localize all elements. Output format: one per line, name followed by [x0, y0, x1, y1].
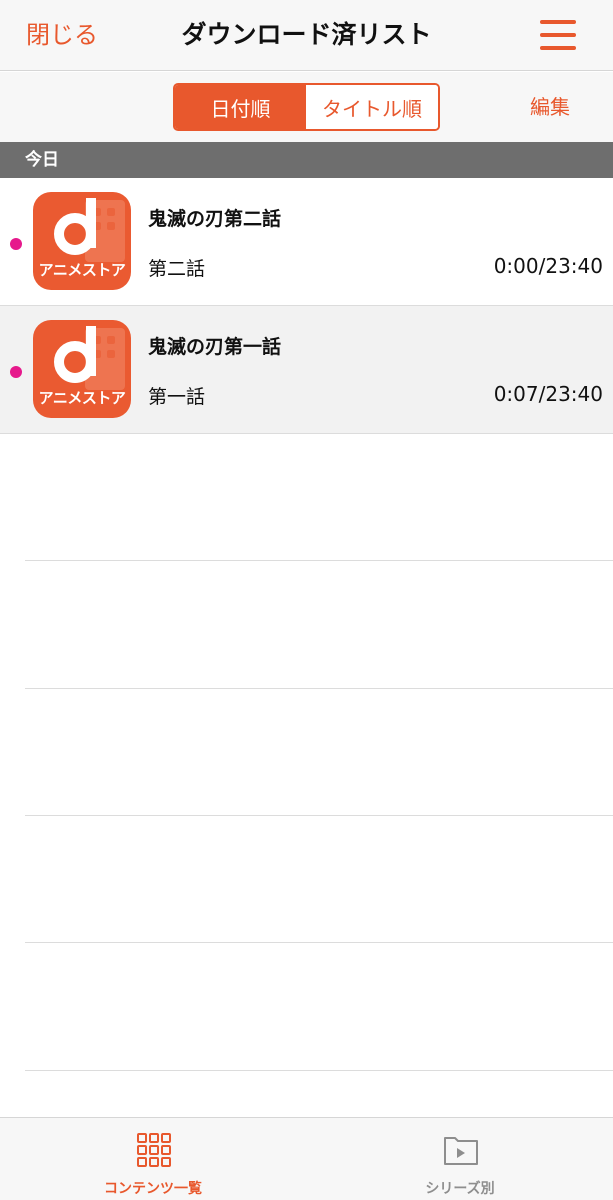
- item-episode: 第二話: [148, 258, 206, 280]
- empty-row-divider: [25, 560, 613, 561]
- item-title: 鬼滅の刃第二話: [148, 208, 282, 230]
- sort-by-date-button[interactable]: 日付順: [175, 85, 306, 129]
- navigation-bar: 閉じる ダウンロード済リスト: [0, 0, 613, 71]
- sort-by-title-button[interactable]: タイトル順: [306, 85, 438, 129]
- unread-dot-icon: [10, 366, 22, 378]
- anime-store-thumbnail: アニメストア: [33, 320, 131, 418]
- tab-label: シリーズ別: [425, 1181, 495, 1197]
- tab-label: コンテンツ一覧: [104, 1181, 202, 1197]
- anime-store-thumbnail: アニメストア: [33, 192, 131, 290]
- grid-icon: [137, 1133, 171, 1167]
- app-root: 閉じる ダウンロード済リスト 日付順 タイトル順 編集 今日 アニメストア 鬼滅…: [0, 0, 613, 1200]
- hamburger-menu-icon[interactable]: [540, 20, 576, 50]
- unread-dot-icon: [10, 238, 22, 250]
- download-list-item[interactable]: アニメストア 鬼滅の刃第二話 第二話 0:00/23:40: [0, 178, 613, 306]
- page-title: ダウンロード済リスト: [181, 20, 432, 49]
- sort-bar: 日付順 タイトル順 編集: [0, 72, 613, 142]
- thumbnail-label: アニメストア: [38, 389, 126, 407]
- empty-row-divider: [25, 942, 613, 943]
- download-list-item[interactable]: アニメストア 鬼滅の刃第一話 第一話 0:07/23:40: [0, 306, 613, 434]
- tab-bar: コンテンツ一覧 シリーズ別: [0, 1117, 613, 1200]
- tab-content-list[interactable]: コンテンツ一覧: [0, 1118, 306, 1200]
- folder-play-icon: [444, 1137, 478, 1165]
- item-title: 鬼滅の刃第一話: [148, 336, 282, 358]
- empty-row-divider: [25, 815, 613, 816]
- thumbnail-label: アニメストア: [38, 261, 126, 279]
- tab-series[interactable]: シリーズ別: [307, 1118, 613, 1200]
- item-progress: 0:07/23:40: [493, 382, 603, 406]
- item-progress: 0:00/23:40: [493, 254, 603, 278]
- sort-segmented-control: 日付順 タイトル順: [173, 83, 440, 131]
- empty-row-divider: [25, 1070, 613, 1071]
- empty-row-divider: [25, 688, 613, 689]
- edit-button[interactable]: 編集: [530, 94, 570, 120]
- section-header-today: 今日: [0, 142, 613, 178]
- item-episode: 第一話: [148, 386, 206, 408]
